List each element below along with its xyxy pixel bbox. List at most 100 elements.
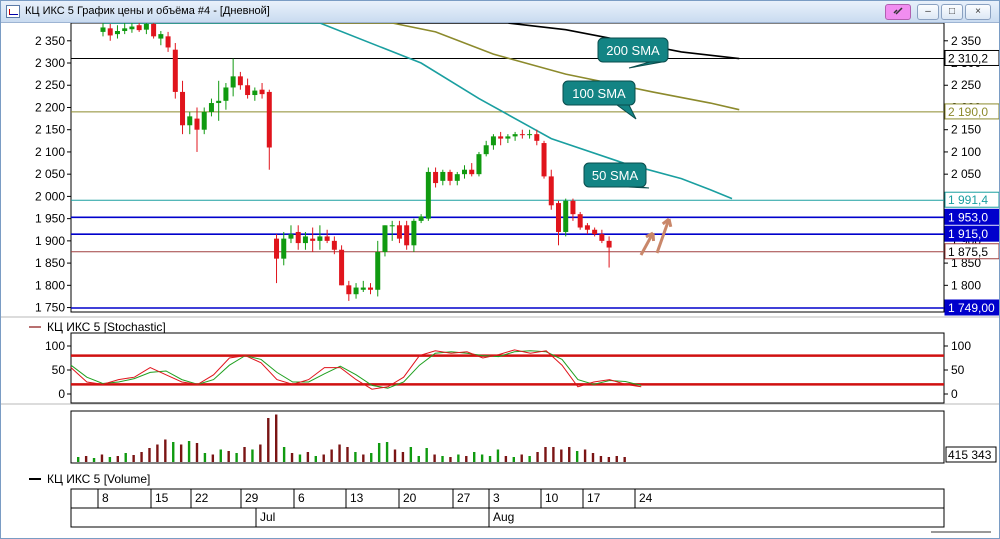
candle-body	[512, 134, 518, 137]
volume-bar	[488, 456, 492, 462]
candle-body	[295, 231, 301, 244]
volume-bar	[132, 455, 135, 462]
volume-bar	[575, 451, 579, 462]
price-tick-label-left: 2 350	[35, 34, 65, 48]
date-tick-label: 13	[350, 491, 364, 505]
candle-body	[353, 287, 359, 295]
date-tick-label: 20	[403, 491, 417, 505]
volume-bar	[322, 454, 325, 462]
volume-bar	[195, 443, 199, 462]
candle-body	[107, 28, 113, 36]
candle-body	[577, 214, 583, 228]
price-level-label: 1 991,4	[948, 193, 988, 207]
volume-bar	[275, 414, 278, 462]
candle-body	[606, 240, 612, 248]
volume-bar	[346, 447, 349, 462]
price-level-label: 1 875,5	[948, 245, 988, 259]
candle-body	[425, 171, 431, 219]
stochastic-panel-frame	[70, 332, 945, 404]
minimize-button[interactable]: –	[917, 4, 939, 20]
candle	[577, 211, 583, 230]
volume-bar	[243, 447, 246, 462]
candle-body	[498, 136, 504, 139]
candle	[563, 198, 569, 237]
candle-body	[245, 85, 251, 96]
candle	[541, 140, 547, 179]
stochastic-tick-label-right: 50	[951, 363, 965, 377]
link-icon[interactable]	[885, 4, 911, 20]
candle-body	[266, 91, 272, 148]
candle-body	[570, 200, 576, 215]
volume-bar	[441, 456, 444, 462]
volume-bar	[314, 456, 317, 462]
chart-area[interactable]: КЦ ИКС 5 [Stochastic] КЦ ИКС 5 [Volume] …	[1, 23, 999, 538]
candle-body	[223, 87, 229, 101]
date-tick-label: 27	[457, 491, 471, 505]
candle-body	[490, 136, 496, 146]
date-tick-label: 8	[102, 491, 109, 505]
candle	[425, 167, 431, 221]
candle-body	[411, 220, 417, 246]
candle	[151, 23, 157, 39]
candle-body	[172, 49, 178, 92]
volume-bar	[100, 454, 104, 462]
volume-bar	[528, 456, 531, 462]
chart-window-icon	[6, 5, 20, 18]
volume-legend: КЦ ИКС 5 [Volume]	[47, 472, 150, 486]
price-tick-label-left: 1 950	[35, 212, 65, 226]
candle-body	[368, 287, 374, 290]
volume-bar	[108, 457, 112, 462]
price-tick-label-left: 2 000	[35, 189, 65, 203]
volume-bar	[187, 441, 191, 462]
price-panel-frame	[70, 23, 945, 313]
volume-bar	[362, 454, 365, 462]
candle-body	[310, 238, 316, 241]
candle-body	[555, 203, 561, 232]
volume-bar	[377, 443, 381, 462]
candle-body	[396, 225, 402, 239]
price-level-label: 2 310,2	[948, 51, 988, 65]
candle-body	[404, 225, 410, 246]
volume-bar	[433, 454, 436, 462]
candle-body	[259, 89, 265, 95]
date-tick-label: 22	[195, 491, 209, 505]
date-tick-label: 6	[298, 491, 305, 505]
stochastic-tick-label-left: 0	[58, 387, 65, 401]
volume-bar	[219, 449, 222, 462]
candle-body	[418, 216, 424, 221]
close-button[interactable]: ×	[965, 4, 991, 20]
candle-body	[288, 234, 294, 239]
volume-bar	[504, 456, 508, 462]
stochastic-tick-label-right: 100	[951, 339, 971, 353]
date-tick-label: 24	[639, 491, 653, 505]
volume-bar	[354, 452, 357, 462]
candle-body	[201, 111, 207, 130]
candle-body	[331, 240, 337, 250]
candle-body	[433, 171, 439, 184]
price-tick-label-left: 2 200	[35, 100, 65, 114]
volume-bar	[211, 454, 215, 462]
volume-last-value: 415 343	[948, 448, 992, 462]
volume-bar	[623, 457, 626, 462]
sma-callout-label: 100 SMA	[572, 86, 626, 101]
maximize-button[interactable]: □	[941, 4, 963, 20]
candle-body	[476, 154, 482, 175]
month-tick-label: Aug	[493, 510, 514, 524]
volume-bar	[298, 454, 302, 462]
stochastic-tick-label-left: 50	[52, 363, 66, 377]
price-tick-label-left: 1 750	[35, 301, 65, 315]
candle-body	[346, 285, 352, 295]
price-tick-label-right: 2 250	[951, 78, 981, 92]
volume-bar	[496, 449, 500, 462]
candle-body	[230, 76, 236, 88]
candle-body	[563, 200, 569, 232]
volume-bar	[124, 453, 127, 462]
candle-body	[534, 134, 540, 141]
volume-bar	[77, 457, 80, 462]
volume-bar	[401, 452, 405, 462]
candle	[476, 151, 482, 177]
candle	[382, 225, 388, 257]
candle-body	[375, 251, 381, 290]
candle-body	[541, 143, 547, 177]
title-bar[interactable]: КЦ ИКС 5 График цены и объёма #4 - [Днев…	[1, 1, 999, 23]
